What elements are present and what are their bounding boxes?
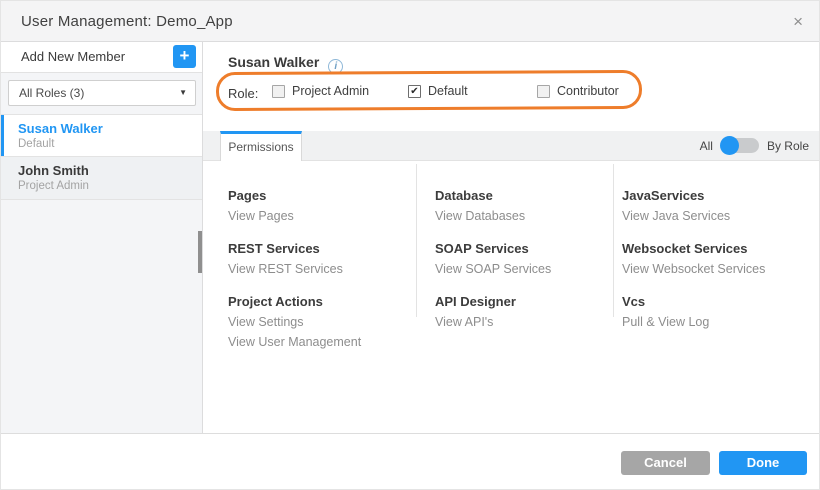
permission-item: View SOAP Services xyxy=(435,259,610,279)
checkbox-label: Default xyxy=(428,84,468,98)
permission-group-websocket-services: Websocket Services View Websocket Servic… xyxy=(622,239,817,279)
member-detail-panel: Susan Walker i Role: Project Admin ✔ Defa… xyxy=(203,42,820,433)
permission-group-database: Database View Databases xyxy=(435,186,610,226)
add-member-row: Add New Member + xyxy=(1,42,202,73)
user-role: Project Admin xyxy=(18,180,89,192)
permission-item: View Websocket Services xyxy=(622,259,817,279)
toggle-label-by-role: By Role xyxy=(767,139,809,153)
permission-group-title: Database xyxy=(435,186,610,206)
checkbox-icon xyxy=(537,85,550,98)
permission-group-title: Websocket Services xyxy=(622,239,817,259)
user-management-dialog: User Management: Demo_App × Add New Memb… xyxy=(0,0,820,490)
column-divider xyxy=(416,164,417,317)
cancel-button[interactable]: Cancel xyxy=(621,451,710,475)
role-checkbox-default[interactable]: ✔ Default xyxy=(408,84,468,98)
permission-group-title: Vcs xyxy=(622,292,817,312)
toggle-knob xyxy=(720,136,739,155)
permission-group-title: Pages xyxy=(228,186,413,206)
permission-item: View API's xyxy=(435,312,610,332)
permission-item: Pull & View Log xyxy=(622,312,817,332)
toggle-label-all: All xyxy=(700,139,713,153)
dialog-title: User Management: Demo_App xyxy=(21,1,233,42)
close-icon[interactable]: × xyxy=(789,1,807,42)
permission-item: View Settings xyxy=(228,312,413,332)
permissions-column-1: Pages View Pages REST Services View REST… xyxy=(228,186,413,365)
selected-user-name: Susan Walker xyxy=(228,54,319,70)
checkbox-label: Contributor xyxy=(557,84,619,98)
permission-group-rest-services: REST Services View REST Services xyxy=(228,239,413,279)
role-label: Role: xyxy=(228,86,258,101)
tab-permissions[interactable]: Permissions xyxy=(220,131,302,161)
permission-group-vcs: Vcs Pull & View Log xyxy=(622,292,817,332)
user-name: John Smith xyxy=(18,163,89,178)
permission-group-project-actions: Project Actions View Settings View User … xyxy=(228,292,413,352)
permission-group-title: API Designer xyxy=(435,292,610,312)
permissions-scope-toggle-area: All By Role xyxy=(700,131,809,160)
permission-group-title: JavaServices xyxy=(622,186,817,206)
dialog-footer: Cancel Done xyxy=(1,433,820,490)
permission-group-soap-services: SOAP Services View SOAP Services xyxy=(435,239,610,279)
role-row: Role: Project Admin ✔ Default Contributo… xyxy=(203,84,820,104)
user-list-item-susan-walker[interactable]: Susan Walker Default xyxy=(1,114,202,157)
permissions-column-3: JavaServices View Java Services Websocke… xyxy=(622,186,817,345)
all-by-role-toggle[interactable] xyxy=(721,138,759,153)
checkbox-icon xyxy=(272,85,285,98)
permission-item: View Java Services xyxy=(622,206,817,226)
role-checkbox-contributor[interactable]: Contributor xyxy=(537,84,619,98)
role-checkbox-project-admin[interactable]: Project Admin xyxy=(272,84,369,98)
checkbox-label: Project Admin xyxy=(292,84,369,98)
permission-group-title: Project Actions xyxy=(228,292,413,312)
permission-group-title: REST Services xyxy=(228,239,413,259)
user-role: Default xyxy=(18,138,54,150)
roles-filter-dropdown[interactable]: All Roles (3) ▼ xyxy=(8,80,196,106)
chevron-down-icon: ▼ xyxy=(179,81,187,105)
info-icon[interactable]: i xyxy=(328,59,343,74)
column-divider xyxy=(613,164,614,317)
user-list-item-john-smith[interactable]: John Smith Project Admin xyxy=(1,157,202,200)
permission-group-javaservices: JavaServices View Java Services xyxy=(622,186,817,226)
sidebar-scrollbar-thumb[interactable] xyxy=(198,231,202,273)
permission-item: View User Management xyxy=(228,332,413,352)
done-button[interactable]: Done xyxy=(719,451,807,475)
add-member-label: Add New Member xyxy=(21,42,125,71)
permission-item: View REST Services xyxy=(228,259,413,279)
permission-group-title: SOAP Services xyxy=(435,239,610,259)
permission-item: View Databases xyxy=(435,206,610,226)
user-name: Susan Walker xyxy=(18,121,103,136)
permission-group-api-designer: API Designer View API's xyxy=(435,292,610,332)
selected-user-title: Susan Walker i xyxy=(228,54,343,74)
permission-item: View Pages xyxy=(228,206,413,226)
checkbox-icon: ✔ xyxy=(408,85,421,98)
permission-group-pages: Pages View Pages xyxy=(228,186,413,226)
members-sidebar: Add New Member + All Roles (3) ▼ Susan W… xyxy=(1,42,203,433)
dialog-header: User Management: Demo_App × xyxy=(1,1,820,42)
add-member-button[interactable]: + xyxy=(173,45,196,68)
permissions-column-2: Database View Databases SOAP Services Vi… xyxy=(435,186,610,345)
roles-filter-value: All Roles (3) xyxy=(19,81,84,105)
